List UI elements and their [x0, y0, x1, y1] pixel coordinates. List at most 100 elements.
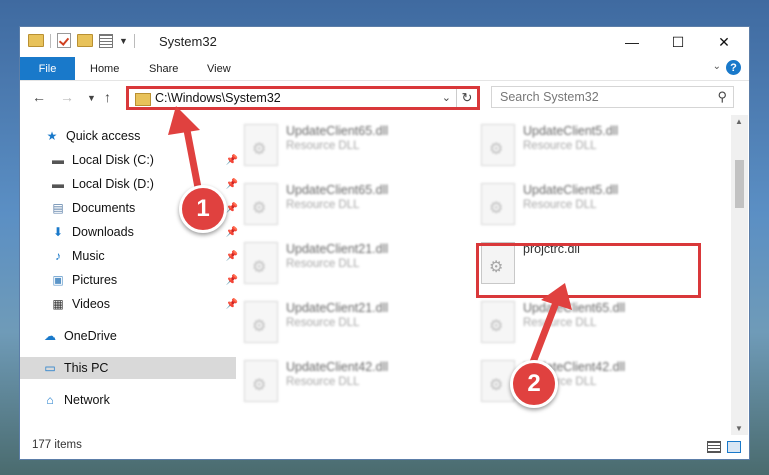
scroll-thumb[interactable]: [735, 160, 744, 208]
close-button[interactable]: ✕: [701, 27, 747, 57]
file-type: Resource DLL: [523, 317, 597, 329]
folder-icon: [135, 93, 151, 106]
item-count: 177 items: [32, 439, 82, 451]
sidebar-item-local-disk-c[interactable]: ▬ Local Disk (C:) 📌: [20, 149, 244, 171]
sidebar-item-label: Local Disk (C:): [72, 153, 154, 167]
help-icon[interactable]: ?: [726, 60, 741, 75]
file-name: UpdateClient5.dll: [523, 183, 619, 197]
file-item[interactable]: UpdateClient65.dll Resource DLL: [244, 120, 474, 176]
tab-file[interactable]: File: [20, 57, 75, 80]
details-view-icon[interactable]: [707, 441, 721, 453]
folder-icon: [28, 34, 44, 47]
address-path[interactable]: C:\Windows\System32: [155, 91, 281, 105]
sidebar-item-label: Music: [72, 249, 105, 263]
file-type: Resource DLL: [286, 376, 360, 388]
file-type: Resource DLL: [523, 140, 597, 152]
video-icon: ▦: [52, 297, 64, 311]
new-folder-icon[interactable]: [77, 34, 93, 47]
search-placeholder: Search System32: [500, 90, 599, 104]
sidebar-item-music[interactable]: ♪ Music 📌: [20, 245, 244, 267]
title-bar: ▼ System32 — ☐ ✕: [20, 27, 749, 57]
sidebar-item-label: Downloads: [72, 225, 134, 239]
file-item[interactable]: UpdateClient21.dll Resource DLL: [244, 238, 474, 294]
refresh-icon[interactable]: ↻: [456, 89, 477, 107]
sidebar-item-label: This PC: [64, 361, 109, 375]
dll-file-icon: [244, 124, 278, 166]
step-1-badge: 1: [179, 185, 227, 233]
customize-icon[interactable]: [99, 33, 113, 48]
sidebar-item-network[interactable]: ⌂ Network: [20, 389, 236, 411]
sidebar-item-label: Pictures: [72, 273, 118, 287]
vertical-scrollbar[interactable]: ▲ ▼: [731, 115, 748, 435]
sidebar-item-label: Quick access: [66, 129, 141, 143]
recent-locations-icon[interactable]: ▼: [87, 93, 96, 103]
dll-file-icon: [244, 242, 278, 284]
dll-file-icon: [244, 301, 278, 343]
sidebar-item-label: Network: [64, 393, 110, 407]
network-icon: ⌂: [46, 393, 54, 407]
file-type: Resource DLL: [286, 140, 360, 152]
file-type: Resource DLL: [286, 317, 360, 329]
file-item[interactable]: UpdateClient5.dll Resource DLL: [481, 120, 711, 176]
download-icon: ⬇: [52, 225, 64, 239]
back-icon[interactable]: ←: [32, 89, 46, 105]
tab-view[interactable]: View: [207, 57, 231, 80]
status-bar: 177 items: [20, 437, 749, 461]
minimize-button[interactable]: —: [609, 27, 655, 57]
file-name: UpdateClient65.dll: [286, 124, 389, 138]
quick-access-toolbar: ▼: [28, 33, 135, 48]
file-item[interactable]: UpdateClient65.dll Resource DLL: [244, 179, 474, 235]
tiles-view-icon[interactable]: [727, 441, 741, 453]
tab-share[interactable]: Share: [149, 57, 178, 80]
drive-icon: ▬: [52, 153, 64, 167]
divider: [50, 33, 51, 48]
file-name: UpdateClient42.dll: [286, 360, 389, 374]
file-item[interactable]: UpdateClient5.dll Resource DLL: [481, 179, 711, 235]
sidebar-item-quick-access[interactable]: ★ Quick access: [20, 125, 238, 147]
cloud-icon: ☁: [44, 329, 56, 343]
chevron-down-icon[interactable]: ⌄: [442, 91, 451, 104]
chevron-down-icon[interactable]: ▼: [119, 36, 128, 46]
sidebar-item-pictures[interactable]: ▣ Pictures 📌: [20, 269, 244, 291]
dll-file-icon: [481, 124, 515, 166]
file-item[interactable]: UpdateClient42.dll Resource DLL: [244, 356, 474, 412]
file-highlight-box: [476, 243, 701, 298]
step-2-badge: 2: [510, 360, 558, 408]
tab-home[interactable]: Home: [90, 57, 119, 80]
ribbon-tabs: File Home Share View ⌄ ?: [20, 57, 749, 81]
music-icon: ♪: [55, 249, 61, 263]
dll-file-icon: [244, 360, 278, 402]
file-item[interactable]: UpdateClient65.dll Resource DLL: [481, 297, 711, 353]
file-explorer-window: ▼ System32 — ☐ ✕ File Home Share View ⌄ …: [19, 26, 750, 460]
star-icon: ★: [46, 129, 58, 143]
sidebar-item-label: OneDrive: [64, 329, 117, 343]
sidebar-item-this-pc[interactable]: ▭ This PC: [20, 357, 236, 379]
search-icon[interactable]: ⚲: [717, 89, 727, 105]
properties-check-icon[interactable]: [57, 33, 71, 48]
sidebar-item-onedrive[interactable]: ☁ OneDrive: [20, 325, 236, 347]
scroll-down-icon[interactable]: ▼: [735, 424, 743, 433]
dll-file-icon: [481, 301, 515, 343]
dll-file-icon: [481, 183, 515, 225]
search-input[interactable]: Search System32 ⚲: [491, 86, 734, 108]
maximize-button[interactable]: ☐: [655, 27, 701, 57]
divider: [133, 33, 135, 48]
scroll-up-icon[interactable]: ▲: [735, 117, 743, 126]
drive-icon: ▬: [52, 177, 64, 191]
sidebar-item-videos[interactable]: ▦ Videos 📌: [20, 293, 244, 315]
up-icon[interactable]: ↑: [104, 89, 111, 105]
file-name: UpdateClient21.dll: [286, 301, 389, 315]
address-bar[interactable]: C:\Windows\System32 ⌄ ↻: [126, 86, 480, 110]
document-icon: ▤: [52, 201, 64, 215]
forward-icon[interactable]: →: [60, 89, 74, 105]
file-item[interactable]: UpdateClient21.dll Resource DLL: [244, 297, 474, 353]
pictures-icon: ▣: [52, 273, 64, 287]
file-type: Resource DLL: [286, 199, 360, 211]
file-type: Resource DLL: [286, 258, 360, 270]
file-name: UpdateClient65.dll: [286, 183, 389, 197]
sidebar-item-label: Videos: [72, 297, 110, 311]
file-name: UpdateClient65.dll: [523, 301, 626, 315]
expand-ribbon-icon[interactable]: ⌄: [713, 61, 721, 72]
sidebar-item-label: Local Disk (D:): [72, 177, 154, 191]
sidebar-item-label: Documents: [72, 201, 136, 215]
